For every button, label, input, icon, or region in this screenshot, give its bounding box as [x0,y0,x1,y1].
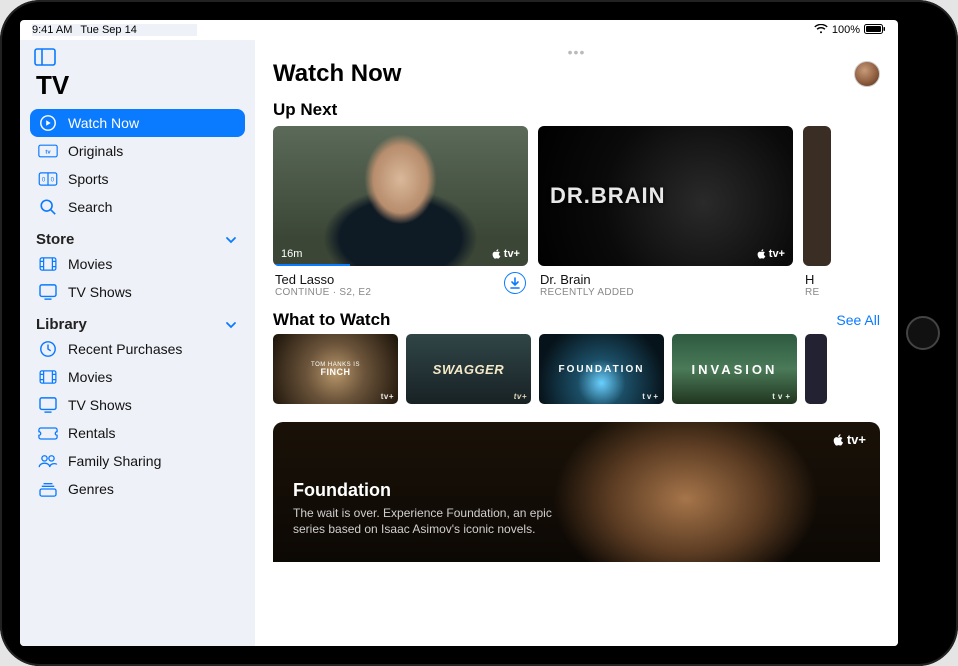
card-subtitle: RECENTLY ADDED [540,287,634,298]
sidebar-item-genres[interactable]: Genres [30,475,245,503]
card-artwork[interactable]: 16m tv+ [273,126,528,266]
sidebar-item-label: Family Sharing [68,453,161,469]
thumbnail-foundation[interactable]: FOUNDATION tv+ [539,334,664,404]
sidebar-item-label: TV Shows [68,397,132,413]
card-title: Dr. Brain [540,272,634,287]
sidebar-item-tv-shows[interactable]: TV Shows [30,278,245,306]
apple-tv-plus-icon: tv+ [492,248,520,260]
sidebar-item-label: Rentals [68,425,115,441]
hero-banner[interactable]: tv+ Foundation The wait is over. Experie… [273,422,880,562]
sidebar-item-watch-now[interactable]: Watch Now [30,109,245,137]
sidebar-item-label: Sports [68,171,108,187]
apple-tv-plus-icon: tv+ [642,392,660,401]
sidebar-item-label: Movies [68,256,112,272]
sidebar-item-label: Originals [68,143,123,159]
sidebar-section-title: Library [36,316,87,333]
wifi-icon [814,24,828,37]
sidebar-item-rentals[interactable]: Rentals [30,419,245,447]
film-icon [38,369,58,385]
play-circle-icon [38,115,58,131]
sidebar-item-movies[interactable]: Movies [30,250,245,278]
up-next-title: Up Next [255,92,898,126]
thumb-label: FOUNDATION [559,364,645,375]
card-title: Ted Lasso [275,272,371,287]
ipad-frame: 9:41 AM Tue Sep 14 100% TV Watch N [0,0,958,666]
sidebar-item-tv-shows[interactable]: TV Shows [30,391,245,419]
what-to-watch-row[interactable]: TOM HANKS ISFINCHtv+SWAGGERtv+FOUNDATION… [255,334,898,404]
clock-icon [38,341,58,357]
apple-tv-plus-icon: tv+ [514,392,527,401]
svg-text:0: 0 [51,177,55,184]
chevron-down-icon [225,318,239,332]
people-icon [38,453,58,469]
sidebar-item-label: Search [68,199,112,215]
status-time: 9:41 AM [32,24,72,36]
show-logo-text: DR.BRAIN [550,183,666,209]
sidebar-section-store[interactable]: Store [30,221,245,250]
tv-icon [38,397,58,413]
scoreboard-icon: 00 [38,171,58,187]
up-next-card[interactable]: DR.BRAIN tv+ Dr. BrainRECENTLY ADDED [538,126,793,298]
atv-badge-icon: tv [38,143,58,159]
time-remaining-badge: 16m [281,248,302,260]
thumb-label: INVASION [692,362,778,377]
chevron-down-icon [225,233,239,247]
tv-icon [38,284,58,300]
up-next-card[interactable]: 16m tv+ Ted LassoCONTINUE · S2, E2 [273,126,528,298]
thumbnail-swagger[interactable]: SWAGGER tv+ [406,334,531,404]
sidebar: TV Watch Now tv Originals 00 Sports Search St… [20,40,255,646]
sidebar-title: TV [36,70,245,101]
up-next-card[interactable]: HRE [803,126,831,298]
home-button[interactable] [906,316,940,350]
thumbnail-invasion[interactable]: INVASION tv+ [672,334,797,404]
sidebar-item-family-sharing[interactable]: Family Sharing [30,447,245,475]
sidebar-item-label: Recent Purchases [68,341,182,357]
apple-tv-plus-icon: tv+ [381,393,394,401]
sidebar-item-label: TV Shows [68,284,132,300]
battery-icon [864,24,886,37]
sidebar-item-movies[interactable]: Movies [30,363,245,391]
multitask-handle-icon[interactable]: ••• [568,44,586,60]
card-subtitle: CONTINUE · S2, E2 [275,287,371,298]
hero-title: Foundation [293,480,860,501]
see-all-link[interactable]: See All [836,312,880,328]
sidebar-item-label: Movies [68,369,112,385]
status-bar: 9:41 AM Tue Sep 14 100% [20,20,898,40]
sidebar-item-label: Watch Now [68,115,139,131]
thumbnail-peek[interactable] [805,334,827,404]
up-next-row[interactable]: 16m tv+ Ted LassoCONTINUE · S2, E2 DR.BRAIN… [255,126,898,298]
thumb-label: TOM HANKS ISFINCH [311,362,360,377]
screen: 9:41 AM Tue Sep 14 100% TV Watch N [20,20,898,646]
status-date: Tue Sep 14 [80,24,136,36]
sidebar-item-sports[interactable]: 00 Sports [30,165,245,193]
sidebar-item-search[interactable]: Search [30,193,245,221]
apple-tv-plus-icon: tv+ [833,432,866,447]
sidebar-item-originals[interactable]: tv Originals [30,137,245,165]
main-content: ••• Watch Now Up Next 16m tv+ Ted LassoCON… [255,40,898,646]
svg-text:tv: tv [45,150,51,156]
film-icon [38,256,58,272]
sidebar-section-library[interactable]: Library [30,306,245,335]
stack-icon [38,481,58,497]
page-title: Watch Now [273,60,401,88]
what-to-watch-title: What to Watch [273,310,390,330]
apple-tv-plus-icon: tv+ [757,248,785,260]
ticket-icon [38,425,58,441]
magnifier-icon [38,199,58,215]
svg-text:0: 0 [42,177,46,184]
sidebar-item-recent-purchases[interactable]: Recent Purchases [30,335,245,363]
profile-avatar[interactable] [854,61,880,87]
thumbnail-finch[interactable]: TOM HANKS ISFINCH tv+ [273,334,398,404]
sidebar-section-title: Store [36,231,74,248]
sidebar-toggle-icon[interactable] [34,48,56,66]
card-artwork[interactable]: DR.BRAIN tv+ [538,126,793,266]
download-button[interactable] [504,272,526,294]
sidebar-item-label: Genres [68,481,114,497]
battery-pct: 100% [832,24,860,36]
apple-tv-plus-icon: tv+ [772,392,793,401]
hero-desc: The wait is over. Experience Foundation,… [293,505,553,537]
thumb-label: SWAGGER [433,362,504,377]
